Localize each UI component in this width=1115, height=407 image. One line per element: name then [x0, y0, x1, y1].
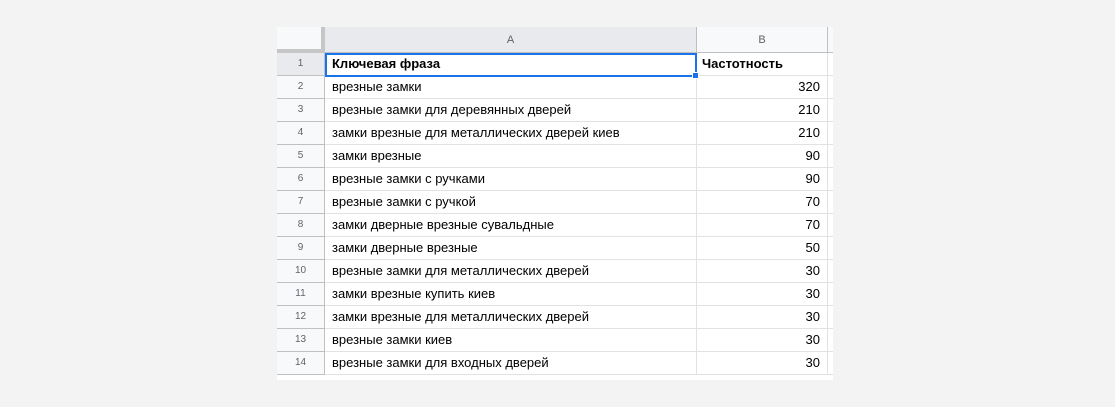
row-number[interactable]: 6 [277, 168, 325, 191]
cell-phrase[interactable]: врезные замки для входных дверей [325, 352, 697, 375]
table-row: 2 врезные замки 320 [277, 76, 833, 99]
cell-phrase[interactable]: замки врезные [325, 145, 697, 168]
cell-empty[interactable] [828, 260, 833, 283]
table-row: 10 врезные замки для металлических дверей… [277, 260, 833, 283]
cell-phrase[interactable]: замки дверные врезные сувальдные [325, 214, 697, 237]
cell-frequency[interactable]: 90 [697, 168, 828, 191]
spreadsheet-grid: A B 1 Ключевая фраза Частотность 2 врезные з… [277, 27, 833, 380]
column-header-b[interactable]: B [697, 27, 828, 53]
cell-phrase[interactable]: замки врезные для металлических дверей [325, 306, 697, 329]
table-row: 6 врезные замки с ручками 90 [277, 168, 833, 191]
cell-phrase[interactable]: врезные замки с ручкой [325, 191, 697, 214]
table-row: 11 замки врезные купить киев 30 [277, 283, 833, 306]
header-row: 1 Ключевая фраза Частотность [277, 53, 833, 76]
table-row: 5 замки врезные 90 [277, 145, 833, 168]
fill-handle[interactable] [692, 72, 699, 79]
table-row: 12 замки врезные для металлических дверей… [277, 306, 833, 329]
cell-empty[interactable] [828, 145, 833, 168]
row-number[interactable]: 13 [277, 329, 325, 352]
cell-empty[interactable] [828, 306, 833, 329]
row-number[interactable]: 7 [277, 191, 325, 214]
cell-empty[interactable] [828, 53, 833, 76]
cell-phrase[interactable]: замки дверные врезные [325, 237, 697, 260]
row-number[interactable]: 1 [277, 53, 325, 76]
cell-phrase[interactable]: врезные замки [325, 76, 697, 99]
cell-empty[interactable] [828, 191, 833, 214]
column-header-c[interactable] [828, 27, 833, 53]
cell-frequency[interactable]: 90 [697, 145, 828, 168]
row-number[interactable]: 12 [277, 306, 325, 329]
table-row: 14 врезные замки для входных дверей 30 [277, 352, 833, 375]
cell-phrase[interactable]: замки врезные для металлических дверей к… [325, 122, 697, 145]
cell-frequency[interactable]: 30 [697, 352, 828, 375]
cell-empty[interactable] [828, 283, 833, 306]
cell-empty[interactable] [828, 99, 833, 122]
cell-frequency[interactable]: 30 [697, 260, 828, 283]
row-number[interactable]: 14 [277, 352, 325, 375]
cell-phrase[interactable]: врезные замки с ручками [325, 168, 697, 191]
cell-empty[interactable] [828, 237, 833, 260]
cell-frequency[interactable]: 210 [697, 99, 828, 122]
cell-empty[interactable] [828, 122, 833, 145]
row-number[interactable]: 11 [277, 283, 325, 306]
header-cell-phrase[interactable]: Ключевая фраза [325, 53, 697, 76]
table-row: 3 врезные замки для деревянных дверей 210 [277, 99, 833, 122]
column-header-a[interactable]: A [325, 27, 697, 53]
cell-frequency[interactable]: 50 [697, 237, 828, 260]
cell-empty[interactable] [828, 352, 833, 375]
table-row: 4 замки врезные для металлических дверей … [277, 122, 833, 145]
table-row: 7 врезные замки с ручкой 70 [277, 191, 833, 214]
cell-phrase[interactable]: врезные замки киев [325, 329, 697, 352]
row-number[interactable]: 5 [277, 145, 325, 168]
cell-frequency[interactable]: 70 [697, 214, 828, 237]
table-row: 13 врезные замки киев 30 [277, 329, 833, 352]
cell-frequency[interactable]: 320 [697, 76, 828, 99]
row-number[interactable]: 9 [277, 237, 325, 260]
cell-frequency[interactable]: 70 [697, 191, 828, 214]
cell-frequency[interactable]: 30 [697, 329, 828, 352]
row-number[interactable]: 3 [277, 99, 325, 122]
row-number[interactable]: 10 [277, 260, 325, 283]
cell-phrase[interactable]: врезные замки для деревянных дверей [325, 99, 697, 122]
table-row: 8 замки дверные врезные сувальдные 70 [277, 214, 833, 237]
cell-empty[interactable] [828, 76, 833, 99]
row-number[interactable]: 8 [277, 214, 325, 237]
cell-empty[interactable] [828, 168, 833, 191]
table-row: 9 замки дверные врезные 50 [277, 237, 833, 260]
row-number[interactable]: 4 [277, 122, 325, 145]
cell-frequency[interactable]: 30 [697, 306, 828, 329]
header-cell-frequency[interactable]: Частотность [697, 53, 828, 76]
row-number[interactable]: 2 [277, 76, 325, 99]
cell-empty[interactable] [828, 214, 833, 237]
cell-frequency[interactable]: 210 [697, 122, 828, 145]
cell-phrase[interactable]: замки врезные купить киев [325, 283, 697, 306]
cell-phrase[interactable]: врезные замки для металлических дверей [325, 260, 697, 283]
cell-frequency[interactable]: 30 [697, 283, 828, 306]
cell-empty[interactable] [828, 329, 833, 352]
